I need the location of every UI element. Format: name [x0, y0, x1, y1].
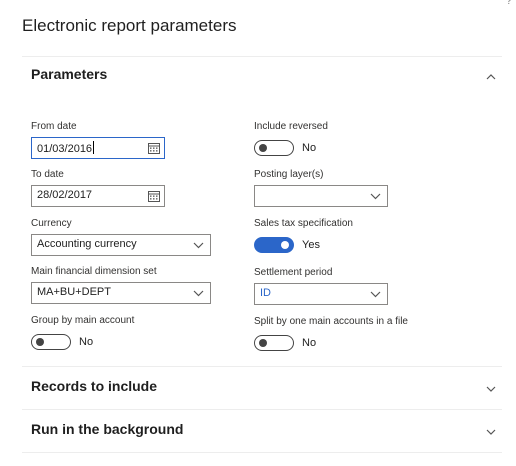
records-section: Records to include — [0, 366, 516, 410]
sales-tax-spec-label: Sales tax specification — [254, 218, 353, 229]
settlement-period-value[interactable]: ID — [260, 287, 271, 299]
section-title: Records to include — [31, 378, 158, 394]
currency-select[interactable]: Accounting currency — [31, 234, 211, 256]
from-date-value: 01/03/2016 — [37, 143, 93, 155]
dimension-set-select[interactable]: MA+BU+DEPT — [31, 282, 211, 304]
chevron-down-icon[interactable] — [370, 192, 381, 200]
posting-layers-label: Posting layer(s) — [254, 169, 324, 180]
help-icon[interactable]: ? — [506, 0, 512, 7]
group-by-toggle[interactable] — [31, 334, 71, 350]
dimension-set-value: MA+BU+DEPT — [37, 286, 111, 298]
dialog-title: Electronic report parameters — [22, 16, 237, 35]
text-caret — [93, 141, 95, 154]
dimension-set-field: Main financial dimension set MA+BU+DEPT — [31, 265, 211, 304]
calendar-icon[interactable] — [148, 142, 160, 154]
section-title: Parameters — [31, 66, 108, 82]
toggle-knob — [281, 241, 289, 249]
settlement-period-label: Settlement period — [254, 267, 333, 278]
posting-layers-field: Posting layer(s) — [254, 168, 388, 207]
from-date-label: From date — [31, 121, 77, 132]
posting-layers-select[interactable] — [254, 185, 388, 207]
background-section-header[interactable]: Run in the background — [0, 409, 516, 453]
toggle-knob — [36, 338, 44, 346]
sales-tax-spec-field: Sales tax specification Yes — [254, 217, 454, 256]
dimension-set-label: Main financial dimension set — [31, 266, 157, 277]
chevron-down-icon[interactable] — [193, 241, 204, 249]
toggle-knob — [259, 144, 267, 152]
records-section-header[interactable]: Records to include — [0, 366, 516, 410]
section-divider — [22, 452, 502, 453]
to-date-value: 28/02/2017 — [37, 189, 93, 201]
chevron-down-icon[interactable] — [370, 290, 381, 298]
chevron-down-icon[interactable] — [486, 427, 496, 437]
parameters-section-header[interactable]: Parameters — [0, 54, 516, 98]
include-reversed-toggle[interactable] — [254, 140, 294, 156]
chevron-down-icon[interactable] — [486, 384, 496, 394]
split-by-toggle[interactable] — [254, 335, 294, 351]
chevron-up-icon[interactable] — [486, 72, 496, 82]
from-date-input[interactable]: 01/03/2016 — [31, 137, 165, 159]
include-reversed-state: No — [302, 142, 317, 154]
chevron-down-icon[interactable] — [193, 289, 204, 297]
calendar-icon[interactable] — [148, 190, 160, 202]
section-title: Run in the background — [31, 421, 184, 437]
settlement-period-select[interactable]: ID — [254, 283, 388, 305]
include-reversed-field: Include reversed No — [254, 120, 454, 159]
group-by-main-account-field: Group by main account No — [31, 314, 211, 353]
to-date-input[interactable]: 28/02/2017 — [31, 185, 165, 207]
to-date-field: To date 28/02/2017 — [31, 168, 165, 207]
currency-label: Currency — [31, 218, 72, 229]
include-reversed-label: Include reversed — [254, 121, 328, 132]
currency-value: Accounting currency — [37, 238, 137, 250]
split-by-state: No — [302, 337, 317, 349]
group-by-label: Group by main account — [31, 315, 135, 326]
from-date-field: From date 01/03/2016 — [31, 120, 165, 159]
settlement-period-field: Settlement period ID — [254, 266, 388, 305]
to-date-label: To date — [31, 169, 64, 180]
sales-tax-spec-toggle[interactable] — [254, 237, 294, 253]
split-by-label: Split by one main accounts in a file — [254, 316, 408, 327]
toggle-knob — [259, 339, 267, 347]
split-by-main-account-field: Split by one main accounts in a file No — [254, 315, 484, 354]
currency-field: Currency Accounting currency — [31, 217, 211, 256]
group-by-state: No — [79, 336, 94, 348]
background-section: Run in the background — [0, 409, 516, 453]
sales-tax-spec-state: Yes — [302, 239, 320, 251]
